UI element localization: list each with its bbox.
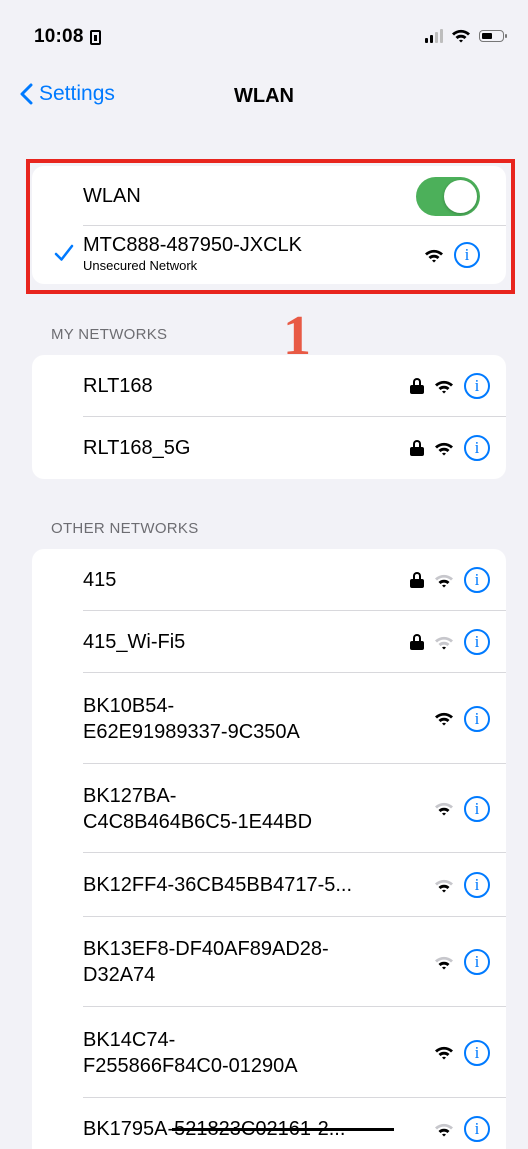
- network-name: BK14C74- F255866F84C0-01290A: [83, 1028, 298, 1077]
- network-name: RLT168_5G: [83, 437, 191, 459]
- wifi-icon: [435, 712, 453, 726]
- network-icons: i: [434, 1116, 490, 1142]
- info-icon[interactable]: i: [464, 795, 490, 822]
- redaction-scribble: [172, 1128, 394, 1131]
- network-name: BK12FF4-36CB45BB4717-5...: [83, 874, 353, 896]
- info-icon[interactable]: i: [464, 872, 490, 898]
- network-name: RLT168: [83, 375, 153, 397]
- network-row-bk127ba[interactable]: BK127BA- C4C8B464B6C5-1E44BD i: [32, 764, 506, 853]
- network-name: 415_Wi-Fi5: [83, 631, 186, 653]
- wifi-status-icon: [452, 29, 470, 43]
- network-icons: i: [434, 949, 490, 975]
- info-icon[interactable]: i: [464, 1039, 490, 1066]
- my-networks-group: RLT168 i RLT168_5G i: [32, 355, 506, 479]
- info-icon[interactable]: i: [464, 373, 490, 399]
- network-row-bk14c74[interactable]: BK14C74- F255866F84C0-01290A i: [32, 1007, 506, 1098]
- lock-icon: [410, 634, 424, 650]
- info-icon[interactable]: i: [464, 435, 490, 461]
- wifi-icon: [435, 574, 453, 587]
- clock: 10:08: [34, 26, 84, 47]
- network-icons: i: [410, 567, 490, 593]
- sim-card-icon: [89, 29, 101, 45]
- network-icons: i: [410, 373, 490, 399]
- lock-icon: [410, 378, 424, 394]
- wifi-icon: [435, 802, 453, 816]
- battery-icon: [479, 29, 507, 42]
- page-title: WLAN: [234, 85, 294, 107]
- wifi-icon: [435, 1046, 453, 1060]
- my-networks-header: MY NETWORKS: [51, 326, 168, 343]
- info-icon[interactable]: i: [464, 629, 490, 655]
- network-icons: i: [434, 872, 490, 898]
- navigation-bar: Settings WLAN: [0, 70, 528, 126]
- wifi-icon: [435, 1123, 453, 1136]
- network-row-rlt168[interactable]: RLT168 i: [32, 355, 506, 417]
- other-networks-header: OTHER NETWORKS: [51, 520, 199, 537]
- info-icon[interactable]: i: [464, 705, 490, 732]
- network-row-bk10b54[interactable]: BK10B54- E62E91989337-9C350A i: [32, 673, 506, 764]
- network-icons: i: [410, 435, 490, 461]
- network-row-bk1795a[interactable]: BK1795A-521823C02161-2... i: [32, 1098, 506, 1149]
- network-name: BK13EF8-DF40AF89AD28- D32A74: [83, 938, 329, 986]
- highlight-box: [26, 159, 515, 294]
- wifi-icon: [435, 380, 453, 393]
- lock-icon: [410, 572, 424, 588]
- network-row-bk13ef8[interactable]: BK13EF8-DF40AF89AD28- D32A74 i: [32, 917, 506, 1007]
- wifi-icon: [435, 879, 453, 892]
- info-icon[interactable]: i: [464, 949, 490, 975]
- network-name: BK127BA- C4C8B464B6C5-1E44BD: [83, 784, 313, 833]
- cellular-signal-icon: [425, 28, 443, 43]
- wifi-icon: [435, 442, 453, 455]
- status-bar: 10:08: [0, 0, 528, 70]
- network-icons: i: [410, 629, 490, 655]
- status-indicators: [425, 28, 507, 43]
- info-icon[interactable]: i: [464, 1116, 490, 1142]
- network-row-415-wifi5[interactable]: 415_Wi-Fi5 i: [32, 611, 506, 673]
- network-row-bk12ff4[interactable]: BK12FF4-36CB45BB4717-5... i: [32, 853, 506, 917]
- wifi-icon: [435, 636, 453, 649]
- network-row-415[interactable]: 415 i: [32, 549, 506, 611]
- network-row-rlt168-5g[interactable]: RLT168_5G i: [32, 417, 506, 479]
- lock-icon: [410, 440, 424, 456]
- other-networks-group: 415 i 415_Wi-Fi5 i BK10B54- E62E91989337…: [32, 549, 506, 1149]
- wifi-icon: [435, 956, 453, 969]
- network-icons: i: [434, 795, 490, 822]
- info-icon[interactable]: i: [464, 567, 490, 593]
- network-icons: i: [434, 705, 490, 732]
- status-time: 10:08: [34, 26, 101, 48]
- network-name: 415: [83, 569, 117, 591]
- network-name: BK10B54- E62E91989337-9C350A: [83, 694, 300, 743]
- network-icons: i: [434, 1039, 490, 1066]
